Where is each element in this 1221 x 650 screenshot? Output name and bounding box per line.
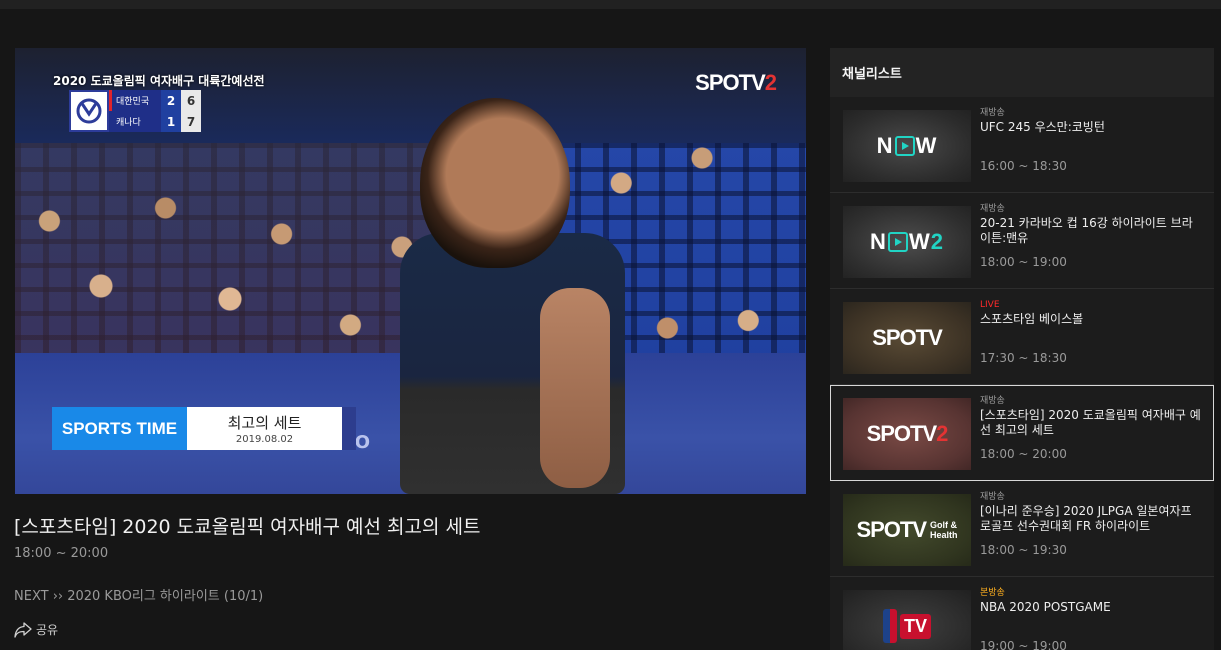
main-broadcast-tag: 본방송 (980, 588, 1005, 598)
broadcast-tag: 재방송 (980, 204, 1005, 214)
share-label: 공유 (36, 623, 59, 637)
lower-third-caption: 최고의 세트 2019.08.02 (187, 407, 342, 450)
channel-item[interactable]: NW2 재방송 20-21 카라바오 컵 16강 하이라이트 브라이튼:맨유 1… (830, 193, 1214, 289)
channel-thumbnail: NW2 (843, 206, 971, 278)
team-name: 캐나다 (109, 111, 161, 132)
team-name: 대한민국 (109, 90, 161, 111)
broadcast-tag: 재방송 (980, 108, 1005, 118)
channel-thumbnail: TV (843, 590, 971, 650)
lower-third-edge (342, 407, 356, 450)
video-player[interactable]: O V O 2020 도쿄올림픽 여자배구 대륙간예선전 대한민국 2 6 캐나… (15, 48, 806, 494)
team-sets: 2 (161, 90, 181, 111)
channel-thumbnail: SPOTV (843, 302, 971, 374)
program-time: 18:00 ~ 20:00 (14, 546, 109, 561)
program-title: [스포츠타임] 2020 도쿄올림픽 여자배구 예선 최고의 세트 (14, 516, 481, 538)
channel-item[interactable]: NW 재방송 UFC 245 우스만:코빙턴 16:00 ~ 18:30 (830, 97, 1214, 193)
channel-thumbnail: NW (843, 110, 971, 182)
score-row-team2: 캐나다 1 7 (109, 111, 201, 132)
scoreboard: 대한민국 2 6 캐나다 1 7 (69, 90, 201, 132)
channel-program-title: [스포츠타임] 2020 도쿄올림픽 여자배구 예선 최고의 세트 (980, 408, 1201, 437)
channel-program-title: UFC 245 우스만:코빙턴 (980, 120, 1105, 134)
live-tag: LIVE (980, 300, 1000, 310)
now-logo-icon: NW (876, 133, 938, 158)
channel-item[interactable]: SPOTV Golf & Health 재방송 [이나리 준우승] 2020 JLP… (830, 481, 1214, 577)
lower-third-date: 2019.08.02 (235, 434, 294, 445)
channel-list-header: 채널리스트 (830, 48, 1214, 97)
channel-program-time: 18:00 ~ 19:30 (980, 543, 1067, 557)
lower-third-title: 최고의 세트 (227, 414, 302, 432)
score-row-team1: 대한민국 2 6 (109, 90, 201, 111)
channel-program-title: 스포츠타임 베이스볼 (980, 312, 1084, 326)
spotv-golf-health-logo-icon: SPOTV Golf & Health (856, 517, 958, 542)
now2-logo-icon: NW2 (870, 229, 944, 254)
share-icon (14, 621, 32, 638)
channel-item[interactable]: TV 본방송 NBA 2020 POSTGAME 19:00 ~ 19:00 (830, 577, 1214, 650)
top-bar (0, 0, 1221, 9)
channel-thumbnail: SPOTV Golf & Health (843, 494, 971, 566)
broadcast-tag: 재방송 (980, 396, 1005, 406)
channel-program-time: 16:00 ~ 18:30 (980, 159, 1067, 173)
coach-head (420, 98, 570, 268)
nba-tv-logo-icon: TV (882, 609, 931, 643)
channel-program-time: 18:00 ~ 19:00 (980, 255, 1067, 269)
volleyball-federation-logo-icon (69, 90, 109, 132)
coach-arm (540, 288, 610, 488)
channel-program-title: 20-21 카라바오 컵 16강 하이라이트 브라이튼:맨유 (980, 216, 1193, 245)
channel-program-title: [이나리 준우승] 2020 JLPGA 일본여자프로골프 선수권대회 FR 하… (980, 504, 1192, 533)
broadcast-tag: 재방송 (980, 492, 1005, 502)
channel-program-title: NBA 2020 POSTGAME (980, 600, 1111, 614)
spotv-logo-icon: SPOTV (872, 325, 943, 350)
channel-logo-number: 2 (764, 70, 777, 95)
channel-logo-main: SPOTV (695, 70, 766, 95)
spotv2-logo-icon: SPOTV2 (866, 421, 949, 446)
team-points: 6 (181, 90, 201, 111)
channel-thumbnail: SPOTV2 (843, 398, 971, 470)
sports-time-brand: SPORTS TIME (52, 407, 187, 450)
channel-program-time: 18:00 ~ 20:00 (980, 447, 1067, 461)
broadcast-title: 2020 도쿄올림픽 여자배구 대륙간예선전 (53, 74, 265, 88)
next-program: NEXT ›› 2020 KBO리그 하이라이트 (10/1) (14, 589, 264, 604)
share-button[interactable]: 공유 (14, 621, 58, 638)
channel-program-time: 17:30 ~ 18:30 (980, 351, 1067, 365)
team-sets: 1 (161, 111, 181, 132)
channel-item-active[interactable]: SPOTV2 재방송 [스포츠타임] 2020 도쿄올림픽 여자배구 예선 최고… (830, 385, 1214, 481)
channel-program-time: 19:00 ~ 19:00 (980, 639, 1067, 650)
channel-list-panel: 채널리스트 NW 재방송 UFC 245 우스만:코빙턴 16:00 ~ 18:… (830, 48, 1214, 650)
channel-item[interactable]: SPOTV LIVE 스포츠타임 베이스볼 17:30 ~ 18:30 (830, 289, 1214, 385)
channel-watermark-logo: SPOTV2 (695, 70, 777, 96)
team-points: 7 (181, 111, 201, 132)
